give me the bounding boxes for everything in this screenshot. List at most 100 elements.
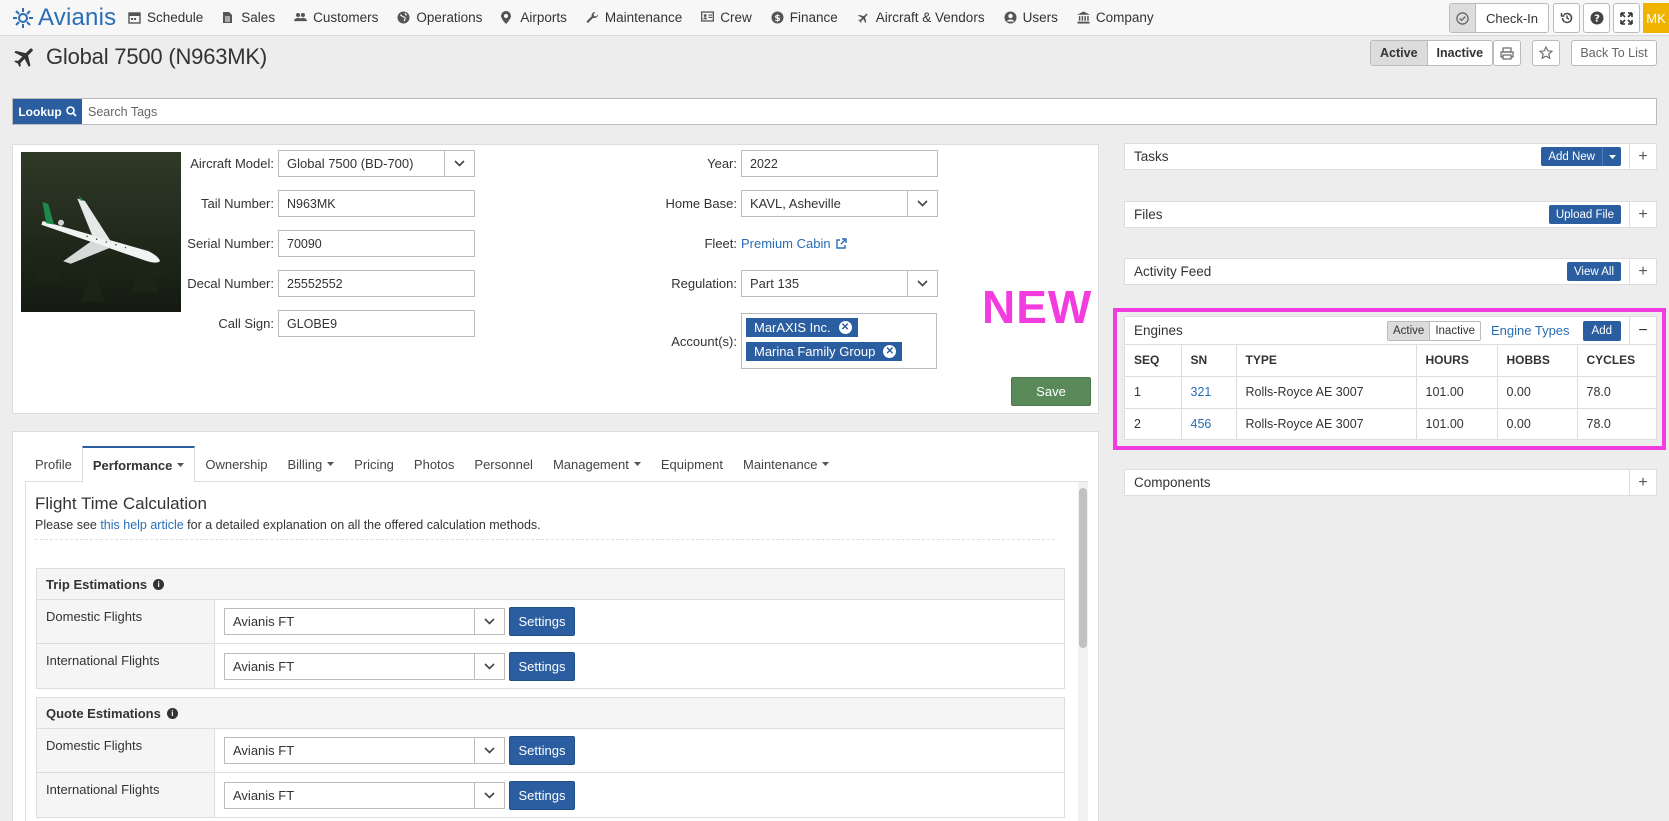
home-base-select[interactable]: KAVL, Asheville — [741, 190, 938, 217]
info-icon[interactable]: i — [153, 578, 165, 590]
help-article-link[interactable]: this help article — [100, 518, 183, 532]
user-avatar[interactable]: MK — [1643, 3, 1669, 33]
nav-item-maintenance[interactable]: Maintenance — [586, 10, 682, 25]
expand-components-icon[interactable]: + — [1629, 470, 1656, 495]
tab-maintenance[interactable]: Maintenance — [733, 446, 839, 482]
settings-button[interactable]: Settings — [509, 780, 575, 810]
aircraft-model-value: Global 7500 (BD-700) — [287, 156, 414, 171]
collapse-engines-icon[interactable]: − — [1629, 317, 1656, 344]
nav-item-airports[interactable]: Airports — [501, 10, 567, 25]
nav-item-schedule[interactable]: Schedule — [128, 10, 203, 25]
nav-item-company[interactable]: Company — [1076, 10, 1154, 25]
tab-pricing[interactable]: Pricing — [344, 446, 404, 482]
aircraft-photo[interactable] — [21, 152, 181, 312]
nav-item-users[interactable]: Users — [1004, 10, 1058, 25]
column-header[interactable]: HOBBS — [1496, 345, 1578, 377]
nav-item-sales[interactable]: Sales — [222, 10, 275, 25]
tab-billing[interactable]: Billing — [277, 446, 344, 482]
table-row[interactable]: 1 321 Rolls-Royce AE 3007 101.00 0.00 78.0 — [1125, 375, 1656, 409]
settings-button[interactable]: Settings — [509, 607, 575, 636]
tasks-title: Tasks — [1134, 149, 1169, 164]
tab-personnel[interactable]: Personnel — [464, 446, 543, 482]
add-new-dropdown-toggle[interactable] — [1602, 147, 1621, 166]
save-button[interactable]: Save — [1011, 377, 1091, 406]
nav-item-aircraft-vendors[interactable]: Aircraft & Vendors — [857, 10, 985, 25]
engines-status-toggle: Active Inactive — [1387, 320, 1481, 341]
fleet-label: Fleet: — [704, 236, 737, 251]
tab-management[interactable]: Management — [543, 446, 651, 482]
lookup-label: Lookup — [18, 104, 62, 119]
info-icon[interactable]: i — [166, 707, 178, 719]
engine-hours-cell: 101.00 — [1415, 375, 1498, 409]
print-button[interactable] — [1493, 40, 1521, 66]
column-header[interactable]: CYCLES — [1576, 345, 1656, 377]
regulation-select[interactable]: Part 135 — [741, 270, 938, 297]
call-sign-input[interactable]: GLOBE9 — [278, 310, 475, 337]
accounts-label: Account(s): — [671, 333, 737, 349]
settings-button[interactable]: Settings — [509, 651, 575, 681]
tab-ownership[interactable]: Ownership — [195, 446, 277, 482]
chevron-down-icon — [917, 280, 928, 287]
lookup-button[interactable]: Lookup — [13, 99, 82, 124]
nav-item-customers[interactable]: Customers — [294, 10, 378, 25]
expand-files-icon[interactable]: + — [1629, 202, 1656, 227]
status-active-button[interactable]: Active — [1371, 41, 1428, 65]
history-button[interactable] — [1553, 3, 1580, 33]
check-in-button[interactable]: Check-In — [1448, 3, 1549, 33]
view-all-button[interactable]: View All — [1566, 262, 1621, 281]
engine-types-link[interactable]: Engine Types — [1491, 323, 1570, 338]
back-to-list-button[interactable]: Back To List — [1571, 40, 1657, 66]
expand-tasks-icon[interactable]: + — [1629, 144, 1656, 169]
upload-file-button[interactable]: Upload File — [1548, 205, 1621, 224]
year-input[interactable]: 2022 — [741, 150, 938, 177]
fullscreen-button[interactable] — [1613, 3, 1640, 33]
tab-photos[interactable]: Photos — [404, 446, 464, 482]
section-header-label: Quote Estimations — [46, 705, 161, 721]
status-inactive-button[interactable]: Inactive — [1427, 41, 1493, 65]
calculation-method-select[interactable]: Avianis FT — [224, 737, 505, 764]
search-tags-input[interactable] — [82, 99, 1656, 124]
engines-title: Engines — [1134, 323, 1183, 338]
engines-inactive-button[interactable]: Inactive — [1430, 321, 1480, 340]
remove-tag-icon[interactable]: ✕ — [883, 345, 897, 358]
favorite-button[interactable] — [1532, 40, 1560, 66]
column-header[interactable]: SN — [1180, 345, 1237, 377]
brand-logo[interactable]: Avianis — [0, 4, 128, 32]
settings-button[interactable]: Settings — [509, 736, 575, 765]
column-header[interactable]: HOURS — [1415, 345, 1498, 377]
new-annotation-label: NEW — [982, 281, 1093, 333]
serial-number-input[interactable]: 70090 — [278, 230, 475, 257]
calculation-method-select[interactable]: Avianis FT — [224, 608, 505, 635]
add-engine-button[interactable]: Add — [1582, 320, 1621, 341]
fleet-link[interactable]: Premium Cabin — [741, 236, 847, 251]
remove-tag-icon[interactable]: ✕ — [838, 321, 852, 334]
nav-item-operations[interactable]: Operations — [397, 10, 482, 25]
engine-serial-link[interactable]: 321 — [1191, 385, 1212, 399]
column-header[interactable]: TYPE — [1235, 345, 1417, 377]
content-scrollbar[interactable] — [1078, 482, 1088, 821]
engines-active-button[interactable]: Active — [1388, 321, 1431, 340]
call-sign-label: Call Sign: — [218, 316, 274, 331]
engine-serial-link[interactable]: 456 — [1191, 417, 1212, 431]
decal-number-input[interactable]: 25552552 — [278, 270, 475, 297]
help-button[interactable]: ? — [1583, 3, 1610, 33]
calculation-method-select[interactable]: Avianis FT — [224, 781, 505, 809]
nav-item-crew[interactable]: Crew — [701, 10, 752, 25]
add-new-task-button[interactable]: Add New — [1541, 147, 1602, 166]
tab-performance[interactable]: Performance — [81, 446, 196, 483]
calculation-method-select[interactable]: Avianis FT — [224, 652, 505, 680]
performance-tab-content: Flight Time Calculation Please see this … — [25, 482, 1088, 821]
tab-equipment[interactable]: Equipment — [651, 446, 733, 482]
tail-number-input[interactable]: N963MK — [278, 190, 475, 217]
engines-panel: Engines Active Inactive Engine Types Add… — [1124, 316, 1657, 440]
aircraft-model-select[interactable]: Global 7500 (BD-700) — [278, 150, 475, 177]
tab-label: Equipment — [660, 456, 723, 472]
section-header: Trip Estimations i — [37, 569, 1064, 600]
table-row[interactable]: 2 456 Rolls-Royce AE 3007 101.00 0.00 78.0 — [1125, 407, 1656, 440]
tab-profile[interactable]: Profile — [25, 446, 82, 482]
expand-activity-icon[interactable]: + — [1629, 259, 1656, 284]
nav-item-finance[interactable]: $ Finance — [771, 10, 838, 25]
account-tag: Marina Family Group ✕ — [746, 342, 903, 361]
accounts-multiselect[interactable]: MarAXIS Inc. ✕ Marina Family Group ✕ — [741, 313, 937, 369]
column-header[interactable]: SEQ — [1125, 345, 1182, 377]
